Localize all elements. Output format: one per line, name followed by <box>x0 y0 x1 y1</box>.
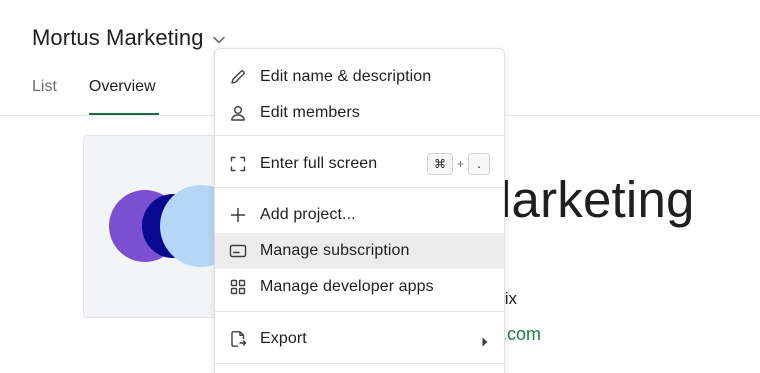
apps-grid-icon <box>229 278 247 296</box>
tab-list[interactable]: List <box>32 78 57 115</box>
export-icon <box>229 330 247 348</box>
menu-item-manage-subscription[interactable]: Manage subscription <box>215 233 504 269</box>
menu-item-manage-developer-apps[interactable]: Manage developer apps <box>215 269 504 305</box>
project-title: Mortus Marketing <box>32 25 204 50</box>
plus-icon <box>229 206 247 224</box>
menu-divider <box>215 311 504 312</box>
person-icon <box>229 104 247 122</box>
command-key: ⌘ <box>426 153 453 175</box>
menu-item-label: Edit name & description <box>260 68 432 85</box>
project-title-dropdown[interactable]: Mortus Marketing <box>32 22 226 54</box>
project-actions-menu: Edit name & description Edit members Ent… <box>214 48 505 373</box>
menu-item-label: Manage subscription <box>260 242 410 259</box>
fullscreen-icon <box>229 155 247 173</box>
keyboard-shortcut: ⌘ + . <box>426 153 490 175</box>
project-cover-image[interactable] <box>83 135 233 318</box>
menu-item-label: Add project... <box>260 206 356 223</box>
menu-divider <box>215 187 504 188</box>
menu-item-add-project[interactable]: Add project... <box>215 197 504 233</box>
project-link[interactable]: .com <box>502 324 541 345</box>
shortcut-plus: + <box>456 157 464 171</box>
pencil-icon <box>229 68 247 86</box>
project-name-heading[interactable]: larketing <box>500 170 695 229</box>
menu-item-edit-name[interactable]: Edit name & description <box>215 59 504 95</box>
menu-item-export[interactable]: Export <box>215 321 504 357</box>
menu-item-label: Manage developer apps <box>260 278 434 295</box>
menu-item-enter-full-screen[interactable]: Enter full screen ⌘ + . <box>215 146 504 182</box>
project-tabs: List Overview <box>32 78 159 115</box>
menu-item-edit-members[interactable]: Edit members <box>215 95 504 131</box>
period-key: . <box>468 153 490 175</box>
card-icon <box>229 242 247 260</box>
menu-divider <box>215 363 504 364</box>
tab-overview[interactable]: Overview <box>88 78 159 115</box>
menu-item-label: Edit members <box>260 104 360 121</box>
chevron-down-icon <box>212 33 226 47</box>
chevron-right-icon <box>482 334 488 347</box>
menu-item-label: Enter full screen <box>260 155 378 172</box>
menu-divider <box>215 135 504 136</box>
menu-item-label: Export <box>260 330 307 347</box>
